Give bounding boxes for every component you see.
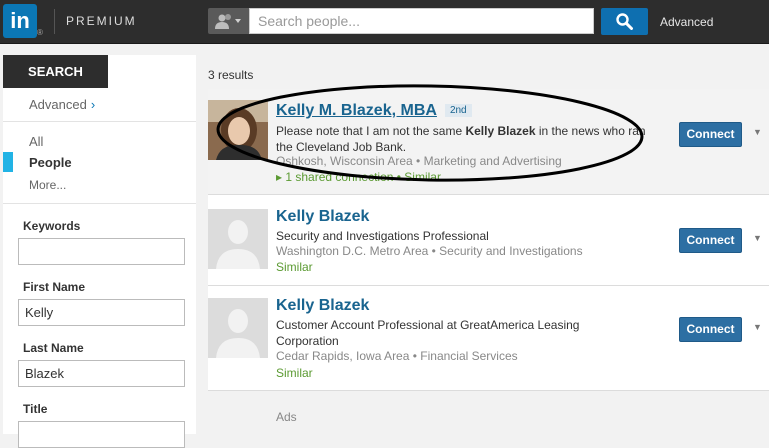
logo-divider — [54, 9, 55, 34]
divider — [3, 203, 196, 204]
profile-photo-image — [208, 100, 268, 160]
chevron-down-icon[interactable]: ▼ — [753, 322, 762, 332]
result-location: Oshkosh, Wisconsin Area • Marketing and … — [276, 154, 562, 168]
result-location: Cedar Rapids, Iowa Area • Financial Serv… — [276, 349, 518, 363]
result-card: Kelly Blazek Customer Account Profession… — [208, 286, 769, 390]
connect-button[interactable]: Connect — [679, 122, 742, 147]
shared-connection-link[interactable]: ▸ 1 shared connection • Similar — [276, 170, 441, 184]
divider — [3, 121, 196, 122]
advanced-link-label: Advanced — [29, 97, 87, 112]
chevron-down-icon[interactable]: ▼ — [753, 127, 762, 137]
profile-photo-placeholder[interactable] — [208, 298, 268, 358]
result-headline: Please note that I am not the same Kelly… — [276, 123, 646, 155]
result-headline: Customer Account Professional at GreatAm… — [276, 318, 580, 348]
result-card: Kelly Blazek Security and Investigations… — [208, 195, 769, 285]
advanced-search-link[interactable]: Advanced — [660, 15, 713, 29]
premium-label: PREMIUM — [66, 14, 137, 28]
result-headline: Security and Investigations Professional — [276, 229, 489, 243]
chevron-down-icon[interactable]: ▼ — [753, 233, 762, 243]
facet-all[interactable]: All — [29, 134, 43, 149]
people-icon — [215, 14, 241, 29]
result-card: Kelly M. Blazek, MBA 2nd Please note that… — [208, 89, 769, 194]
last-name-field[interactable] — [18, 360, 185, 387]
connect-button[interactable]: Connect — [679, 228, 742, 253]
result-name-text[interactable]: Kelly M. Blazek, MBA — [276, 102, 437, 119]
chevron-right-icon: › — [90, 97, 96, 112]
result-name[interactable]: Kelly Blazek — [276, 208, 369, 226]
result-name[interactable]: Kelly M. Blazek, MBA 2nd — [276, 102, 472, 120]
title-field[interactable] — [18, 421, 185, 448]
search-input[interactable] — [249, 8, 594, 34]
ads-label: Ads — [276, 410, 297, 424]
search-sidebar: SEARCH Advanced › All People More... Keyw… — [3, 55, 196, 448]
connection-degree-badge: 2nd — [444, 104, 472, 118]
divider — [208, 390, 769, 391]
title-label: Title — [23, 402, 48, 416]
results-count: 3 results — [208, 68, 254, 82]
connect-button[interactable]: Connect — [679, 317, 742, 342]
facet-more[interactable]: More... — [29, 178, 66, 192]
search-icon — [616, 13, 633, 30]
default-avatar-icon — [208, 298, 268, 358]
keywords-field[interactable] — [18, 238, 185, 265]
first-name-label: First Name — [23, 280, 86, 294]
headline-highlight: Kelly Blazek — [465, 124, 536, 138]
similar-link[interactable]: Similar — [276, 366, 313, 380]
result-name[interactable]: Kelly Blazek — [276, 297, 369, 315]
result-location: Washington D.C. Metro Area • Security an… — [276, 244, 583, 258]
advanced-link[interactable]: Advanced › — [29, 97, 95, 112]
facet-people[interactable]: People — [29, 155, 72, 170]
top-navigation-bar: in ® PREMIUM Advanced — [0, 0, 769, 44]
registered-mark: ® — [37, 28, 43, 37]
similar-link[interactable]: Similar — [276, 260, 313, 274]
last-name-label: Last Name — [23, 341, 84, 355]
linkedin-logo[interactable]: in — [3, 4, 37, 38]
headline-text: Please note that I am not the same — [276, 124, 466, 138]
keywords-label: Keywords — [23, 219, 81, 233]
first-name-field[interactable] — [18, 299, 185, 326]
search-tab[interactable]: SEARCH — [3, 55, 108, 88]
profile-photo[interactable] — [208, 100, 268, 160]
default-avatar-icon — [208, 209, 268, 269]
active-facet-marker — [3, 152, 13, 172]
search-button[interactable] — [601, 8, 648, 35]
search-category-dropdown[interactable] — [208, 8, 249, 34]
profile-photo-placeholder[interactable] — [208, 209, 268, 269]
